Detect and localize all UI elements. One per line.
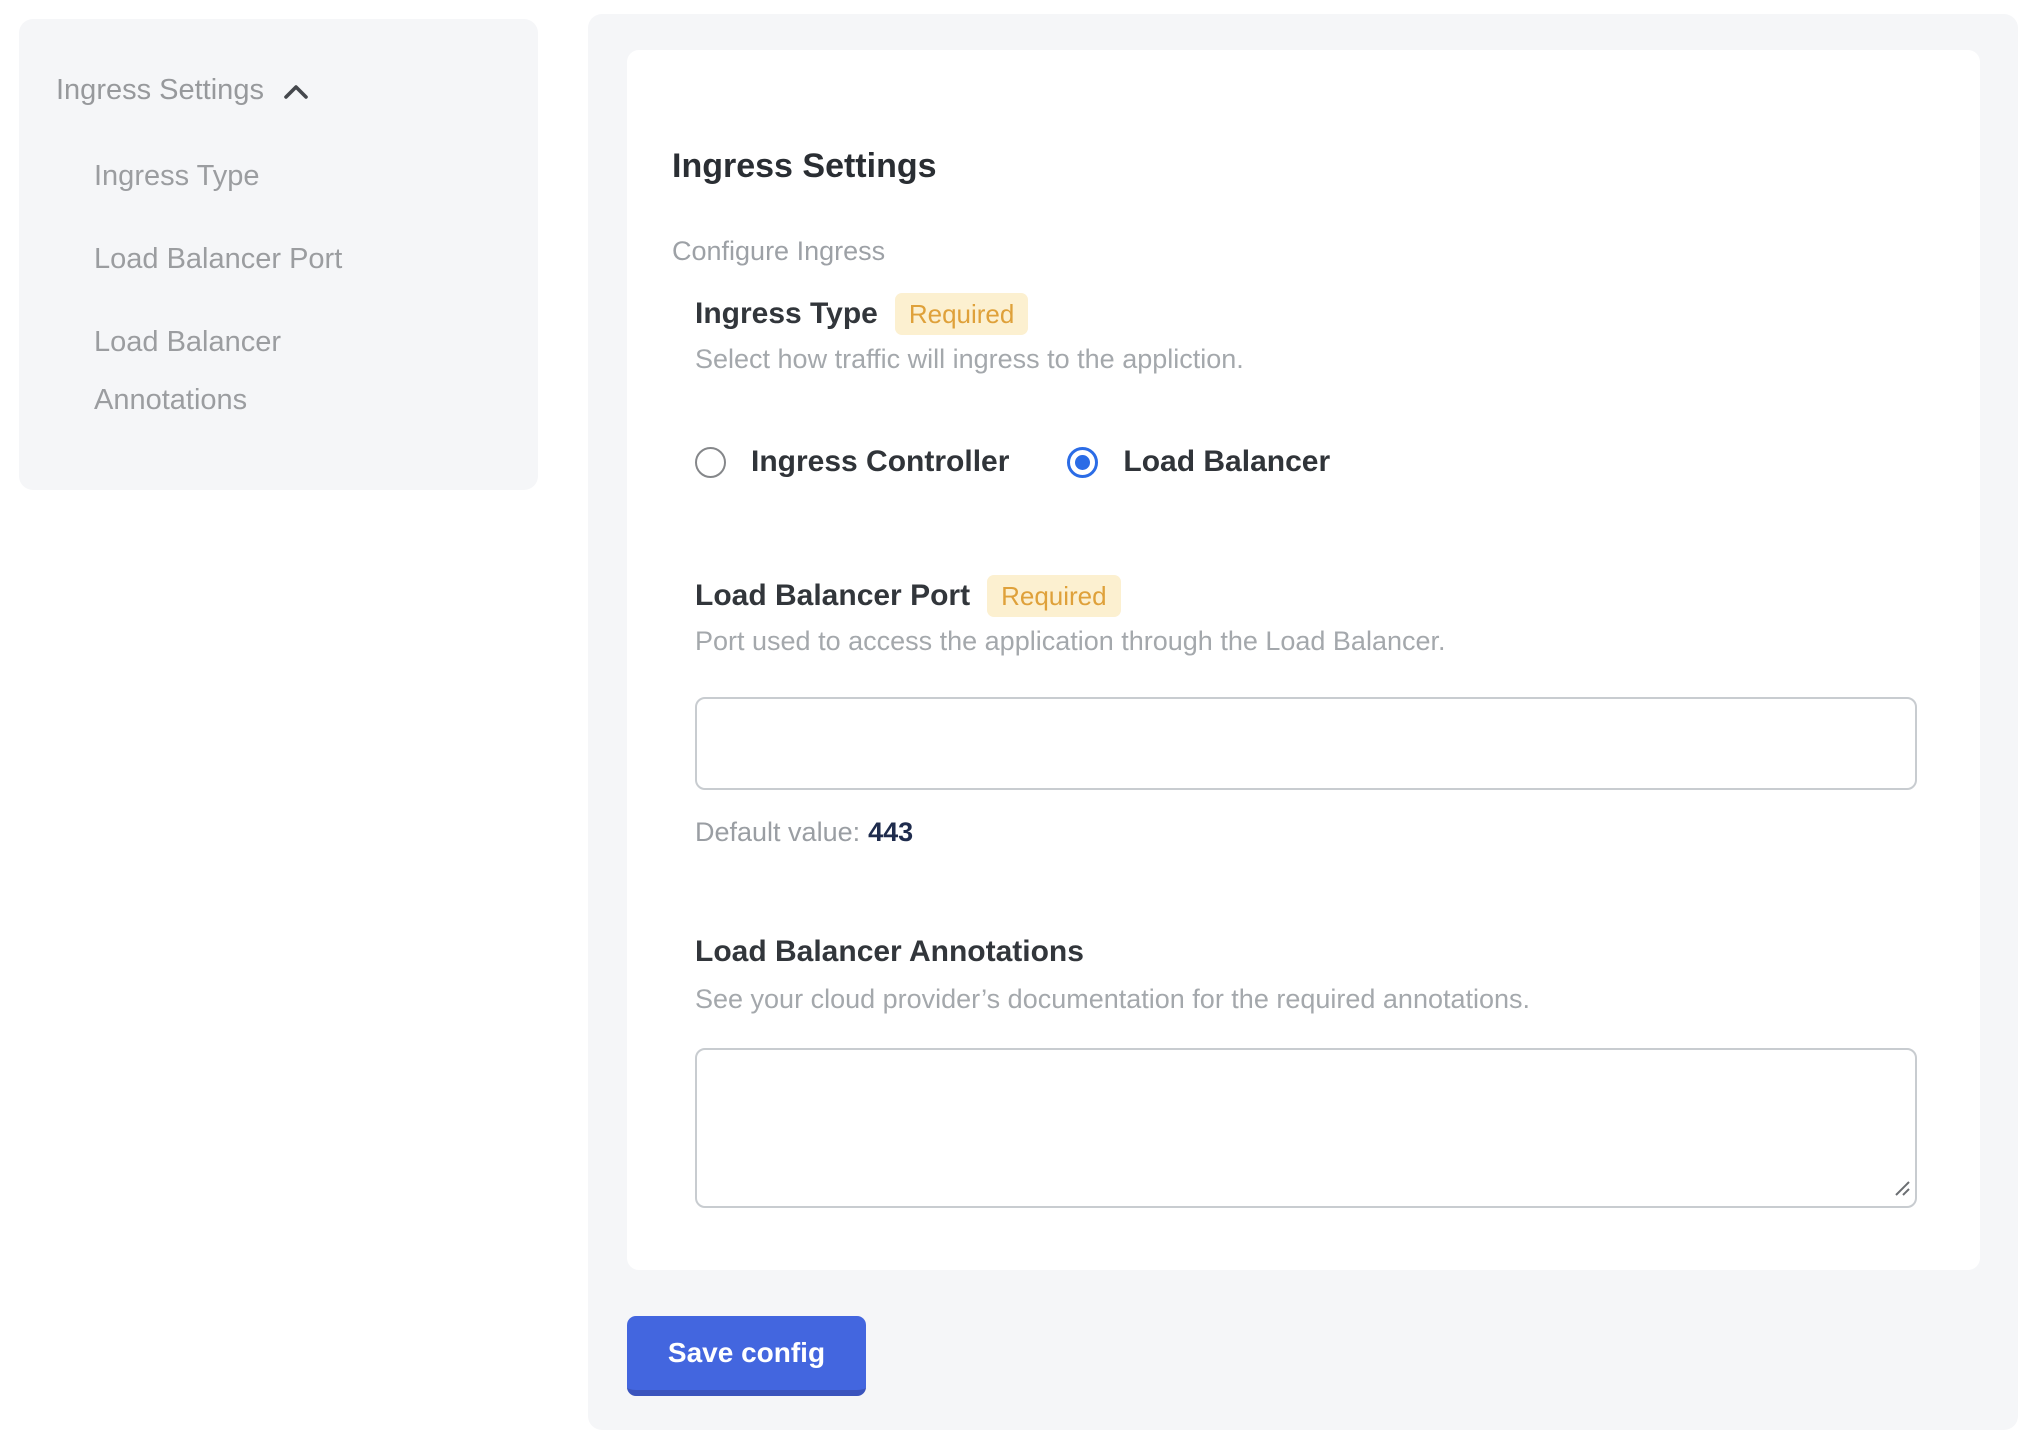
chevron-up-icon[interactable] <box>282 82 310 102</box>
required-badge: Required <box>987 575 1121 617</box>
settings-nav-sidebar: Ingress Settings Ingress Type Load Balan… <box>19 19 538 490</box>
ingress-type-description: Select how traffic will ingress to the a… <box>695 342 1244 376</box>
page-subtitle: Configure Ingress <box>672 235 885 267</box>
load-balancer-port-label: Load Balancer Port <box>695 577 970 615</box>
radio-ingress-controller[interactable] <box>695 447 726 478</box>
radio-option-ingress-controller[interactable]: Ingress Controller <box>695 445 1009 479</box>
page: Ingress Settings Ingress Type Load Balan… <box>0 0 2036 1452</box>
radio-load-balancer[interactable] <box>1067 447 1098 478</box>
main-panel: Ingress Settings Configure Ingress Ingre… <box>588 14 2018 1430</box>
save-config-button[interactable]: Save config <box>627 1316 866 1396</box>
load-balancer-annotations-label: Load Balancer Annotations <box>695 933 1084 971</box>
ingress-type-radio-group: Ingress Controller Load Balancer <box>695 445 1330 479</box>
load-balancer-port-header: Load Balancer Port Required <box>695 575 1121 617</box>
sidebar-item-ingress-settings[interactable]: Ingress Settings <box>56 72 310 108</box>
load-balancer-annotations-input[interactable] <box>695 1048 1917 1208</box>
load-balancer-port-description: Port used to access the application thro… <box>695 624 1446 658</box>
ingress-settings-card: Ingress Settings Configure Ingress Ingre… <box>627 50 1980 1270</box>
radio-option-load-balancer[interactable]: Load Balancer <box>1067 445 1330 479</box>
ingress-type-label: Ingress Type <box>695 295 878 333</box>
sidebar-item-load-balancer-annotations[interactable]: Load Balancer Annotations <box>94 313 404 429</box>
load-balancer-port-input[interactable] <box>695 697 1917 790</box>
page-title: Ingress Settings <box>672 146 937 186</box>
ingress-type-header: Ingress Type Required <box>695 293 1028 335</box>
radio-label-ingress-controller: Ingress Controller <box>751 445 1009 479</box>
load-balancer-annotations-description: See your cloud provider’s documentation … <box>695 982 1530 1016</box>
required-badge: Required <box>895 293 1029 335</box>
default-value-label: Default value: <box>695 817 860 847</box>
default-value-number: 443 <box>868 817 913 847</box>
sidebar-item-label: Ingress Settings <box>56 72 264 108</box>
load-balancer-annotations-field <box>695 1048 1917 1208</box>
load-balancer-annotations-header: Load Balancer Annotations <box>695 933 1084 971</box>
default-value-line: Default value: 443 <box>695 815 913 849</box>
radio-label-load-balancer: Load Balancer <box>1123 445 1330 479</box>
sidebar-item-load-balancer-port[interactable]: Load Balancer Port <box>94 230 404 288</box>
sidebar-item-ingress-type[interactable]: Ingress Type <box>94 147 404 205</box>
